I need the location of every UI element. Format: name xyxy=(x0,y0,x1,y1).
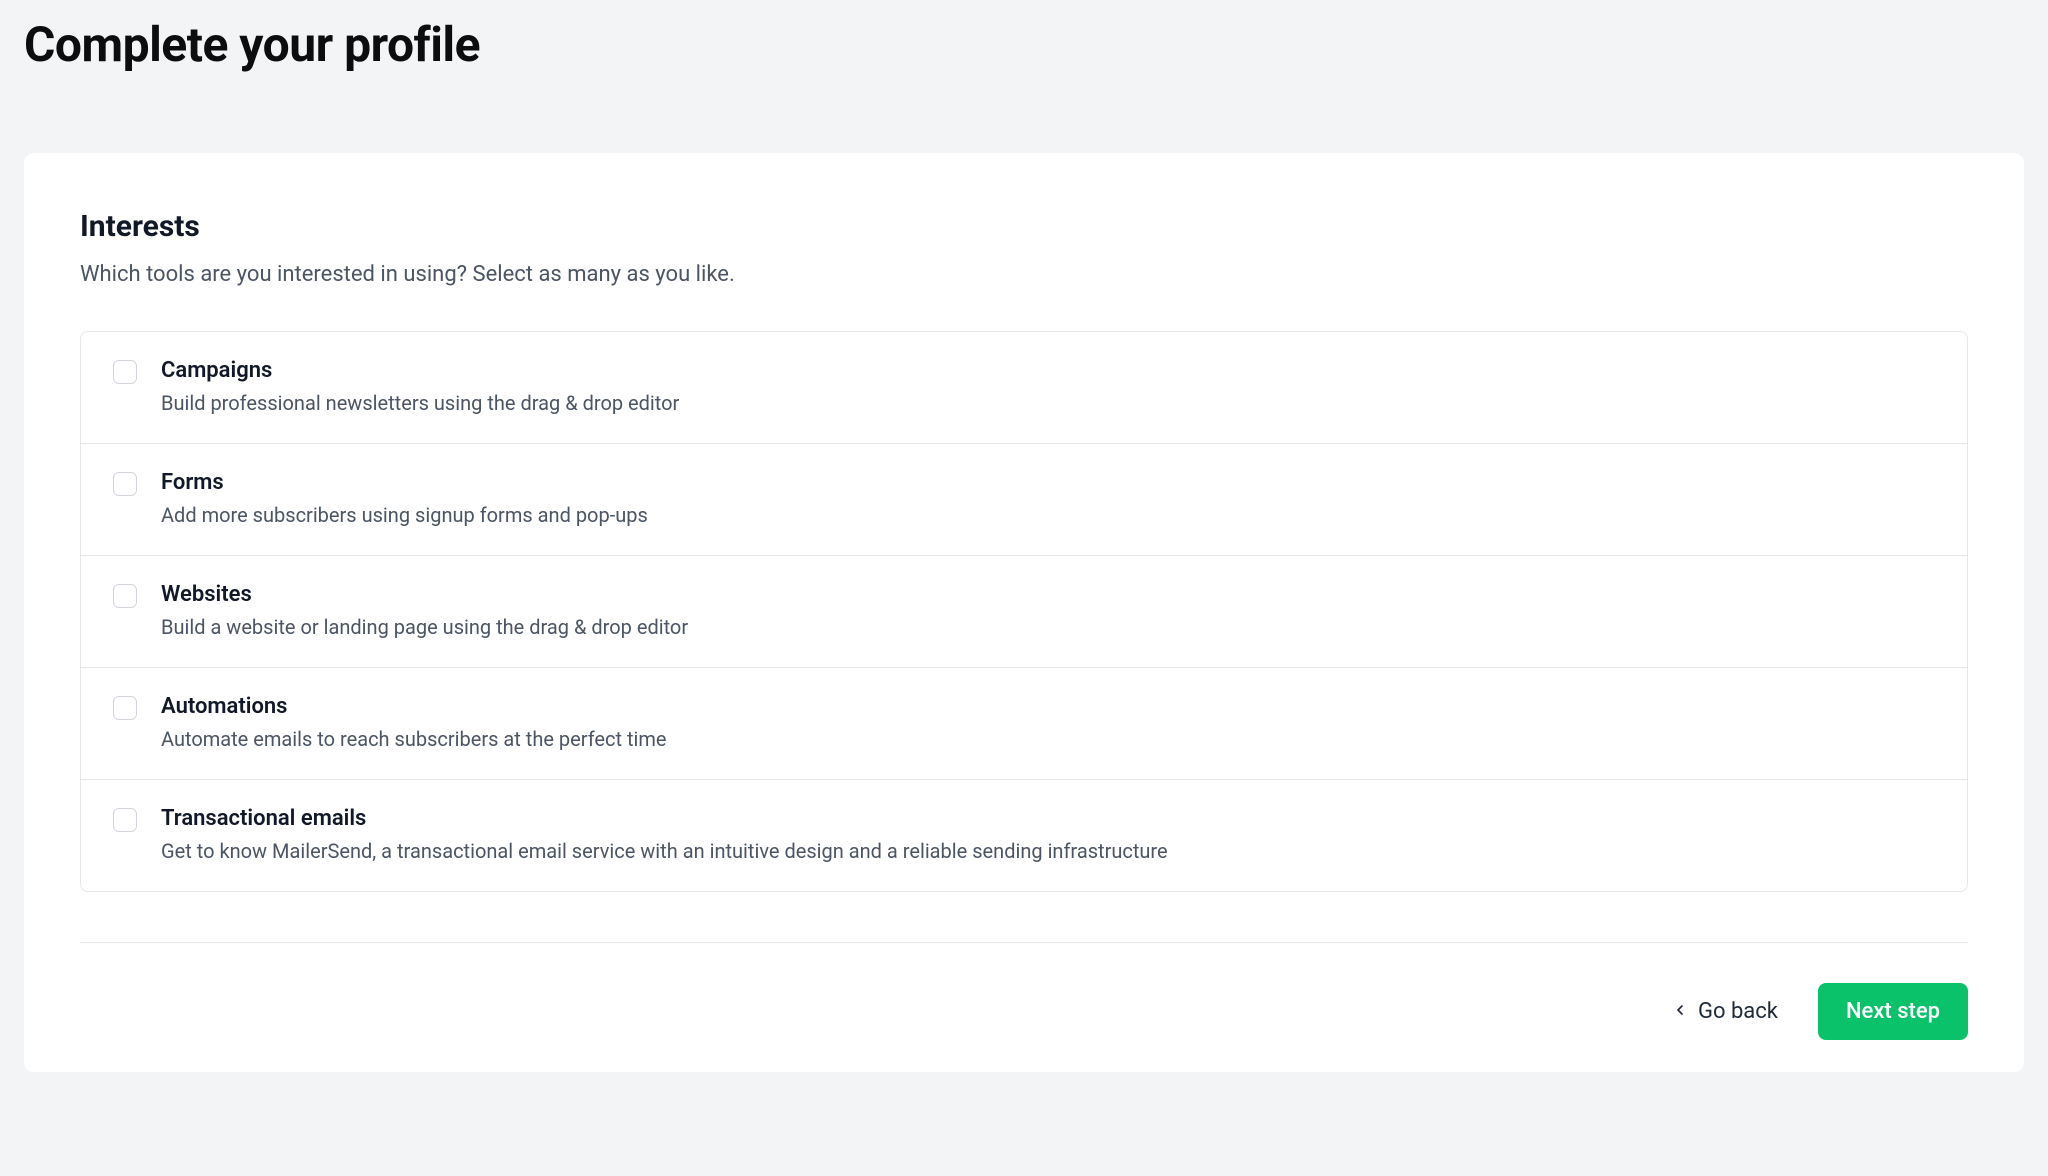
option-title: Automations xyxy=(161,694,667,719)
option-desc: Add more subscribers using signup forms … xyxy=(161,501,648,529)
chevron-left-icon xyxy=(1672,999,1688,1024)
option-transactional-emails[interactable]: Transactional emails Get to know MailerS… xyxy=(81,780,1967,891)
option-title: Campaigns xyxy=(161,358,679,383)
go-back-button[interactable]: Go back xyxy=(1672,999,1778,1024)
option-desc: Build a website or landing page using th… xyxy=(161,613,688,641)
go-back-label: Go back xyxy=(1698,999,1778,1024)
option-text: Automations Automate emails to reach sub… xyxy=(161,694,667,753)
option-automations[interactable]: Automations Automate emails to reach sub… xyxy=(81,668,1967,780)
option-text: Campaigns Build professional newsletters… xyxy=(161,358,679,417)
option-desc: Build professional newsletters using the… xyxy=(161,389,679,417)
next-step-label: Next step xyxy=(1846,999,1940,1024)
checkbox-websites[interactable] xyxy=(113,584,137,608)
checkbox-transactional-emails[interactable] xyxy=(113,808,137,832)
option-title: Transactional emails xyxy=(161,806,1168,831)
next-step-button[interactable]: Next step xyxy=(1818,983,1968,1040)
section-title: Interests xyxy=(80,209,1968,244)
option-text: Transactional emails Get to know MailerS… xyxy=(161,806,1168,865)
section-subtitle: Which tools are you interested in using?… xyxy=(80,262,1968,287)
option-campaigns[interactable]: Campaigns Build professional newsletters… xyxy=(81,332,1967,444)
checkbox-forms[interactable] xyxy=(113,472,137,496)
option-text: Forms Add more subscribers using signup … xyxy=(161,470,648,529)
option-title: Forms xyxy=(161,470,648,495)
option-desc: Get to know MailerSend, a transactional … xyxy=(161,837,1168,865)
option-forms[interactable]: Forms Add more subscribers using signup … xyxy=(81,444,1967,556)
option-desc: Automate emails to reach subscribers at … xyxy=(161,725,667,753)
footer-divider xyxy=(80,942,1968,943)
interest-options: Campaigns Build professional newsletters… xyxy=(80,331,1968,892)
checkbox-automations[interactable] xyxy=(113,696,137,720)
checkbox-campaigns[interactable] xyxy=(113,360,137,384)
option-websites[interactable]: Websites Build a website or landing page… xyxy=(81,556,1967,668)
option-title: Websites xyxy=(161,582,688,607)
card-footer: Go back Next step xyxy=(80,983,1968,1040)
profile-card: Interests Which tools are you interested… xyxy=(24,153,2024,1072)
page-title: Complete your profile xyxy=(0,0,2048,73)
page: Complete your profile Interests Which to… xyxy=(0,0,2048,1072)
option-text: Websites Build a website or landing page… xyxy=(161,582,688,641)
